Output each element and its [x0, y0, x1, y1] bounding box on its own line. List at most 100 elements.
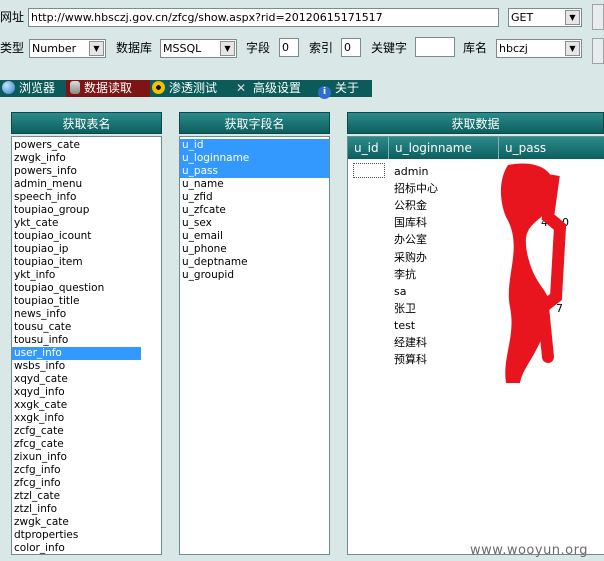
- table-list-item[interactable]: powers_cate: [12, 139, 161, 152]
- field-list-item[interactable]: u_groupid: [180, 269, 329, 282]
- table-list-item[interactable]: xqyd_info: [12, 386, 161, 399]
- table-list-item[interactable]: tousu_cate: [12, 321, 161, 334]
- redaction-mark: [500, 163, 567, 383]
- table-list-item[interactable]: zfcg_info: [12, 477, 161, 490]
- chevron-down-icon[interactable]: ▼: [89, 41, 104, 56]
- table-list-item[interactable]: xxgk_info: [12, 412, 161, 425]
- chevron-down-icon[interactable]: ▼: [565, 10, 580, 25]
- table-list-item[interactable]: toupiao_ip: [12, 243, 161, 256]
- keyword-label: 关键字: [371, 41, 408, 55]
- index-input[interactable]: 0: [341, 38, 361, 57]
- tab-label: 高级设置: [253, 81, 302, 95]
- table-list-item[interactable]: wsbs_info: [12, 360, 161, 373]
- field-list-item[interactable]: u_loginname: [180, 152, 329, 165]
- column-header-u-id[interactable]: u_id: [348, 137, 389, 159]
- grid-cell-loginname[interactable]: 招标中心: [394, 180, 438, 197]
- table-list-item[interactable]: zixun_info: [12, 451, 161, 464]
- table-list-item[interactable]: ykt_info: [12, 269, 161, 282]
- keyword-input[interactable]: [415, 37, 455, 57]
- chevron-down-icon[interactable]: ▼: [565, 41, 580, 56]
- tab-bar-spacer: [372, 80, 604, 97]
- grid-cell-loginname[interactable]: 张卫: [394, 300, 416, 317]
- type-select[interactable]: Number ▼: [29, 39, 106, 58]
- table-list-item[interactable]: zfcg_cate: [12, 438, 161, 451]
- focused-cell[interactable]: [353, 163, 385, 178]
- table-list-item[interactable]: zcfg_info: [12, 464, 161, 477]
- tab-label: 浏览器: [19, 81, 56, 95]
- grid-cell-loginname[interactable]: 预算科: [394, 351, 427, 368]
- table-list-item[interactable]: powers_info: [12, 165, 161, 178]
- field-list-item[interactable]: u_phone: [180, 243, 329, 256]
- table-list-item[interactable]: zcfg_cate: [12, 425, 161, 438]
- table-list-item[interactable]: toupiao_group: [12, 204, 161, 217]
- field-label: 字段: [246, 41, 271, 55]
- type-label: 类型: [0, 41, 25, 55]
- query-button[interactable]: [592, 38, 604, 64]
- table-list-item[interactable]: tousu_info: [12, 334, 161, 347]
- chevron-down-icon[interactable]: ▼: [220, 41, 235, 56]
- table-list-item[interactable]: ykt_cate: [12, 217, 161, 230]
- table-list-item[interactable]: dtproperties: [12, 529, 161, 542]
- table-list-item[interactable]: admin_menu: [12, 178, 161, 191]
- field-list-item[interactable]: u_id: [180, 139, 329, 152]
- go-button[interactable]: [592, 4, 604, 30]
- globe-icon: [2, 81, 15, 94]
- table-list-item[interactable]: toupiao_item: [12, 256, 161, 269]
- table-list-item[interactable]: ztzl_info: [12, 503, 161, 516]
- url-input[interactable]: http://www.hbsczj.gov.cn/zfcg/show.aspx?…: [28, 8, 499, 27]
- fields-panel-header: 获取字段名: [179, 112, 330, 134]
- table-list-item[interactable]: news_info: [12, 308, 161, 321]
- dbname-value: hbczj: [499, 42, 528, 55]
- tab-pentest[interactable]: 渗透测试: [150, 80, 234, 97]
- fields-listbox[interactable]: u_id u_loginname u_pass u_name u_zfid u_zfcat…: [179, 136, 330, 555]
- tables-listbox[interactable]: powers_cate zwgk_info powers_info admin_men…: [11, 136, 162, 555]
- table-list-item[interactable]: xxgk_cate: [12, 399, 161, 412]
- field-list-item[interactable]: u_deptname: [180, 256, 329, 269]
- method-select[interactable]: GET ▼: [508, 8, 582, 27]
- grid-cell-loginname[interactable]: sa: [394, 283, 406, 300]
- grid-cell-loginname[interactable]: 公积金: [394, 197, 427, 214]
- tab-label: 渗透测试: [169, 81, 218, 95]
- table-list-item[interactable]: zwgk_info: [12, 152, 161, 165]
- column-header-u-pass[interactable]: u_pass: [499, 137, 604, 159]
- tab-data-read[interactable]: 数据读取: [66, 80, 150, 97]
- tab-browser[interactable]: 浏览器: [0, 80, 68, 97]
- field-list-item[interactable]: u_zfcate: [180, 204, 329, 217]
- field-list-item[interactable]: u_zfid: [180, 191, 329, 204]
- tables-panel-header: 获取表名: [11, 112, 162, 134]
- db-value: MSSQL: [163, 42, 202, 55]
- watermark: www.wooyun.org: [470, 543, 589, 558]
- grid-cell-loginname[interactable]: 采购办: [394, 249, 427, 266]
- field-list-item[interactable]: u_email: [180, 230, 329, 243]
- table-list-item[interactable]: ztzl_cate: [12, 490, 161, 503]
- table-list-item[interactable]: toupiao_question: [12, 282, 161, 295]
- grid-cell-loginname[interactable]: test: [394, 317, 415, 334]
- grid-cell-loginname[interactable]: 国库科: [394, 214, 427, 231]
- table-list-item[interactable]: zwgk_cate: [12, 516, 161, 529]
- field-list-item[interactable]: u_name: [180, 178, 329, 191]
- field-list-item[interactable]: u_pass: [180, 165, 329, 178]
- table-list-item[interactable]: toupiao_title: [12, 295, 161, 308]
- table-list-item[interactable]: speech_info: [12, 191, 161, 204]
- table-list-item[interactable]: user_info: [12, 347, 141, 360]
- column-header-u-loginname[interactable]: u_loginname: [389, 137, 499, 159]
- data-panel-header: 获取数据: [347, 112, 604, 134]
- grid-cell-loginname[interactable]: 办公室: [394, 231, 427, 248]
- table-list-item[interactable]: xqyd_cate: [12, 373, 161, 386]
- tab-advanced[interactable]: ✕ 高级设置: [234, 80, 318, 97]
- field-list-item[interactable]: u_sex: [180, 217, 329, 230]
- table-list-item[interactable]: toupiao_icount: [12, 230, 161, 243]
- db-select[interactable]: MSSQL ▼: [160, 39, 237, 58]
- grid-cell-loginname[interactable]: admin: [394, 163, 428, 180]
- grid-cell-loginname[interactable]: 经建科: [394, 334, 427, 351]
- tab-about[interactable]: i 关于: [316, 80, 374, 99]
- db-label: 数据库: [116, 41, 153, 55]
- radiation-icon: [152, 81, 165, 94]
- data-grid[interactable]: u_id u_loginname u_pass admin 招标中心 公积金 国库科 4…: [347, 136, 604, 555]
- dbname-select[interactable]: hbczj ▼: [496, 39, 582, 58]
- info-icon: i: [318, 86, 331, 99]
- grid-cell-loginname[interactable]: 李抗: [394, 266, 416, 283]
- field-count-input[interactable]: 0: [279, 38, 299, 57]
- table-list-item[interactable]: color_info: [12, 542, 161, 554]
- method-value: GET: [511, 11, 534, 24]
